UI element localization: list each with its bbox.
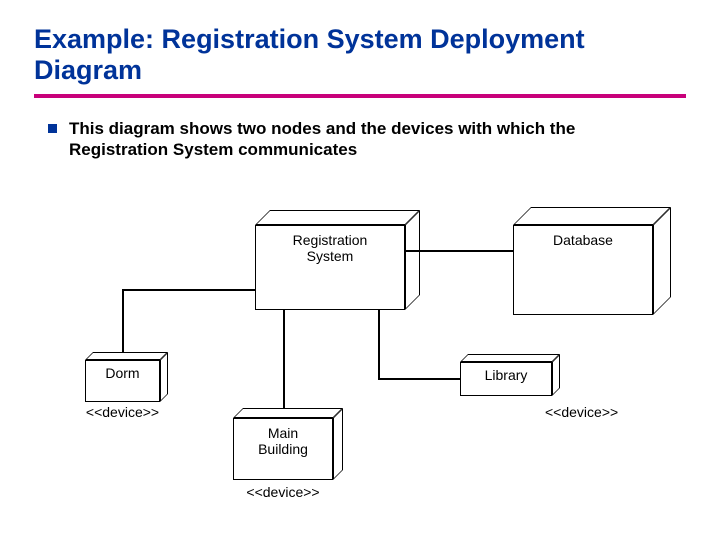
node-database-label: Database (513, 225, 653, 315)
title-underline-rule (34, 94, 686, 98)
bullet-marker-icon (48, 124, 57, 133)
bullet-item: This diagram shows two nodes and the dev… (48, 118, 668, 161)
link-regsys-dorm-v (122, 289, 124, 353)
slide: Example: Registration System Deployment … (0, 0, 720, 540)
link-regsys-mainbuilding (283, 310, 285, 409)
node-library-label: Library (460, 362, 552, 396)
node-dorm-label: Dorm (85, 360, 160, 402)
link-regsys-library (378, 378, 460, 380)
link-regsys-library-v (378, 310, 380, 378)
bullet-text: This diagram shows two nodes and the dev… (69, 118, 668, 161)
stereotype-dorm: <<device>> (80, 404, 165, 420)
link-regsys-database (405, 250, 513, 252)
stereotype-main-building: <<device>> (223, 484, 343, 500)
stereotype-library: <<device>> (545, 404, 635, 420)
page-title: Example: Registration System Deployment … (34, 24, 686, 86)
node-main-building-label: Main Building (233, 418, 333, 480)
link-regsys-dorm (122, 289, 255, 291)
node-registration-system-label: Registration System (255, 225, 405, 310)
